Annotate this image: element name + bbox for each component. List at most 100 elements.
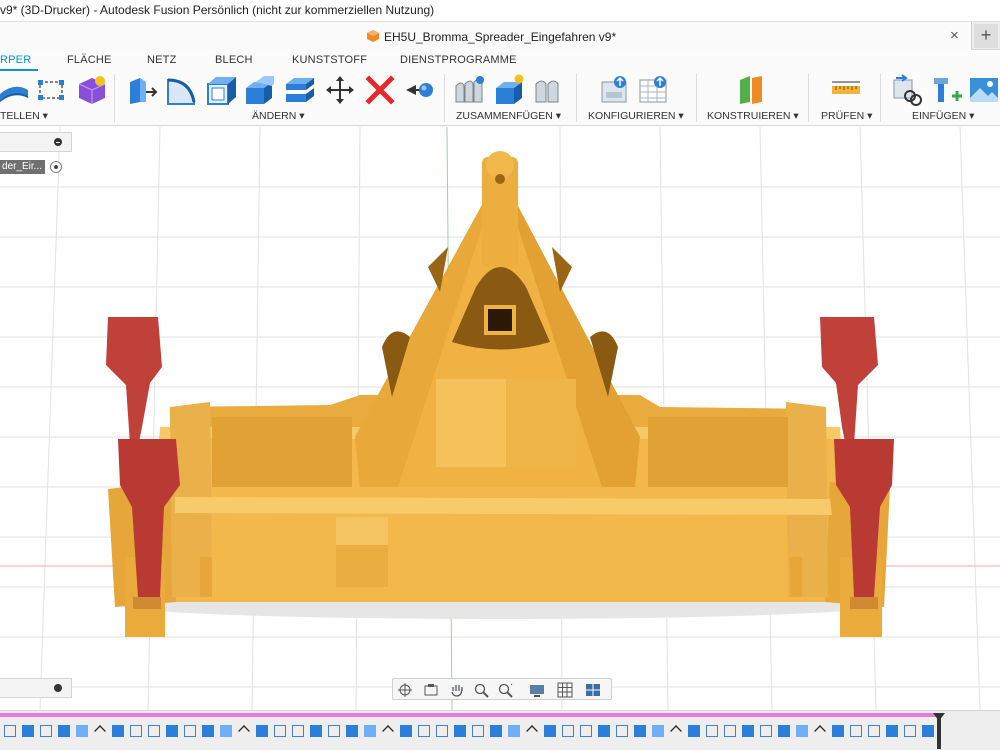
new-tab-button[interactable]: + [974,24,998,48]
timeline-feature-sketch-icon[interactable] [868,725,880,737]
timeline-feature-sketch-icon[interactable] [130,725,142,737]
timeline-feature-extrude-icon[interactable] [112,725,124,737]
physical-material-icon[interactable] [402,74,434,106]
measure-icon[interactable] [830,74,862,106]
timeline-feature-extrude-icon[interactable] [922,725,934,737]
timeline-feature-extrude-icon[interactable] [202,725,214,737]
timeline-feature-move-icon[interactable] [238,725,250,737]
timeline-feature-fillet-icon[interactable] [652,725,664,737]
insert-derive-icon[interactable] [892,74,924,106]
timeline-feature-extrude-icon[interactable] [598,725,610,737]
timeline-feature-extrude-icon[interactable] [310,725,322,737]
3d-viewport[interactable] [0,127,1000,710]
timeline-feature-move-icon[interactable] [526,725,538,737]
timeline-feature-fillet-icon[interactable] [508,725,520,737]
timeline-feature-fillet-icon[interactable] [76,725,88,737]
timeline-feature-extrude-icon[interactable] [454,725,466,737]
group-label-configure[interactable]: KONFIGURIEREN ▾ [588,110,684,122]
activate-radio-icon[interactable] [50,161,62,173]
tab-plastic[interactable]: KUNSTSTOFF [292,54,367,66]
timeline-feature-sketch-icon[interactable] [436,725,448,737]
shell-icon[interactable] [206,74,238,106]
sketch-rectangle-icon[interactable] [36,74,68,106]
component-label[interactable]: der_Eir... [0,160,45,174]
timeline-feature-sketch-icon[interactable] [706,725,718,737]
as-built-joint-icon[interactable] [532,74,564,106]
timeline-feature-sketch-icon[interactable] [724,725,736,737]
expand-icon[interactable] [54,684,62,692]
timeline-feature-sketch-icon[interactable] [148,725,160,737]
timeline-feature-extrude-icon[interactable] [544,725,556,737]
group-label-assemble[interactable]: ZUSAMMENFÜGEN ▾ [456,110,561,122]
timeline-feature-sketch-icon[interactable] [760,725,772,737]
timeline-feature-extrude-icon[interactable] [400,725,412,737]
timeline-feature-extrude-icon[interactable] [832,725,844,737]
timeline-feature-sketch-icon[interactable] [418,725,430,737]
display-settings-icon[interactable] [529,682,545,698]
timeline-feature-fillet-icon[interactable] [796,725,808,737]
configuration-table-icon[interactable] [638,74,670,106]
look-at-icon[interactable] [423,682,439,698]
document-tab[interactable]: EH5U_Bromma_Spreader_Eingefahren v9* × [0,22,972,50]
spreader-body[interactable] [108,151,890,637]
group-label-inspect[interactable]: PRÜFEN ▾ [821,110,872,122]
browser-panel-header[interactable] [0,132,72,152]
timeline-feature-extrude-icon[interactable] [634,725,646,737]
group-label-construct[interactable]: KONSTRUIEREN ▾ [707,110,799,122]
timeline-feature-extrude-icon[interactable] [58,725,70,737]
orbit-icon[interactable] [397,682,413,698]
browser-component-item[interactable]: der_Eir... [0,158,66,176]
press-pull-icon[interactable] [126,74,158,106]
timeline-feature-extrude-icon[interactable] [256,725,268,737]
tab-surface[interactable]: FLÄCHE [67,54,112,66]
comments-panel-header[interactable] [0,678,72,698]
zoom-icon[interactable] [473,682,489,698]
fillet-icon[interactable] [166,74,198,106]
timeline-feature-extrude-icon[interactable] [688,725,700,737]
move-icon[interactable] [324,74,356,106]
group-label-insert[interactable]: EINFÜGEN ▾ [912,110,974,122]
timeline-feature-sketch-icon[interactable] [328,725,340,737]
timeline-feature-sketch-icon[interactable] [292,725,304,737]
timeline-feature-sketch-icon[interactable] [850,725,862,737]
timeline-marker[interactable] [933,713,945,749]
timeline-feature-sketch-icon[interactable] [4,725,16,737]
model-canvas[interactable] [0,127,1000,710]
timeline-feature-sketch-icon[interactable] [904,725,916,737]
new-component-icon[interactable] [454,74,486,106]
timeline-feature-sketch-icon[interactable] [562,725,574,737]
collapse-icon[interactable] [54,138,62,146]
timeline-feature-move-icon[interactable] [814,725,826,737]
group-label-modify[interactable]: ÄNDERN ▾ [252,110,305,122]
timeline-feature-extrude-icon[interactable] [166,725,178,737]
group-label-create[interactable]: TELLEN ▾ [0,110,48,122]
joint-icon[interactable] [494,74,526,106]
timeline[interactable] [0,710,1000,750]
timeline-feature-move-icon[interactable] [94,725,106,737]
timeline-feature-sketch-icon[interactable] [184,725,196,737]
timeline-feature-move-icon[interactable] [670,725,682,737]
timeline-feature-extrude-icon[interactable] [886,725,898,737]
viewports-icon[interactable] [585,682,601,698]
timeline-feature-sketch-icon[interactable] [472,725,484,737]
timeline-feature-sketch-icon[interactable] [580,725,592,737]
timeline-feature-extrude-icon[interactable] [346,725,358,737]
timeline-feature-sketch-icon[interactable] [616,725,628,737]
delete-icon[interactable] [364,74,396,106]
timeline-feature-extrude-icon[interactable] [22,725,34,737]
pan-icon[interactable] [449,682,465,698]
offset-plane-icon[interactable] [736,74,768,106]
timeline-feature-fillet-icon[interactable] [220,725,232,737]
insert-mcmaster-icon[interactable] [932,74,964,106]
tab-utilities[interactable]: DIENSTPROGRAMME [400,54,517,66]
timeline-feature-extrude-icon[interactable] [490,725,502,737]
replace-face-icon[interactable] [284,74,316,106]
form-icon[interactable] [76,74,108,106]
close-tab-icon[interactable]: × [950,27,959,44]
extrude-icon[interactable] [0,74,32,106]
tab-solid[interactable]: RPER [0,54,31,66]
timeline-feature-extrude-icon[interactable] [742,725,754,737]
combine-icon[interactable] [244,74,276,106]
timeline-feature-extrude-icon[interactable] [778,725,790,737]
grid-icon[interactable] [557,682,573,698]
